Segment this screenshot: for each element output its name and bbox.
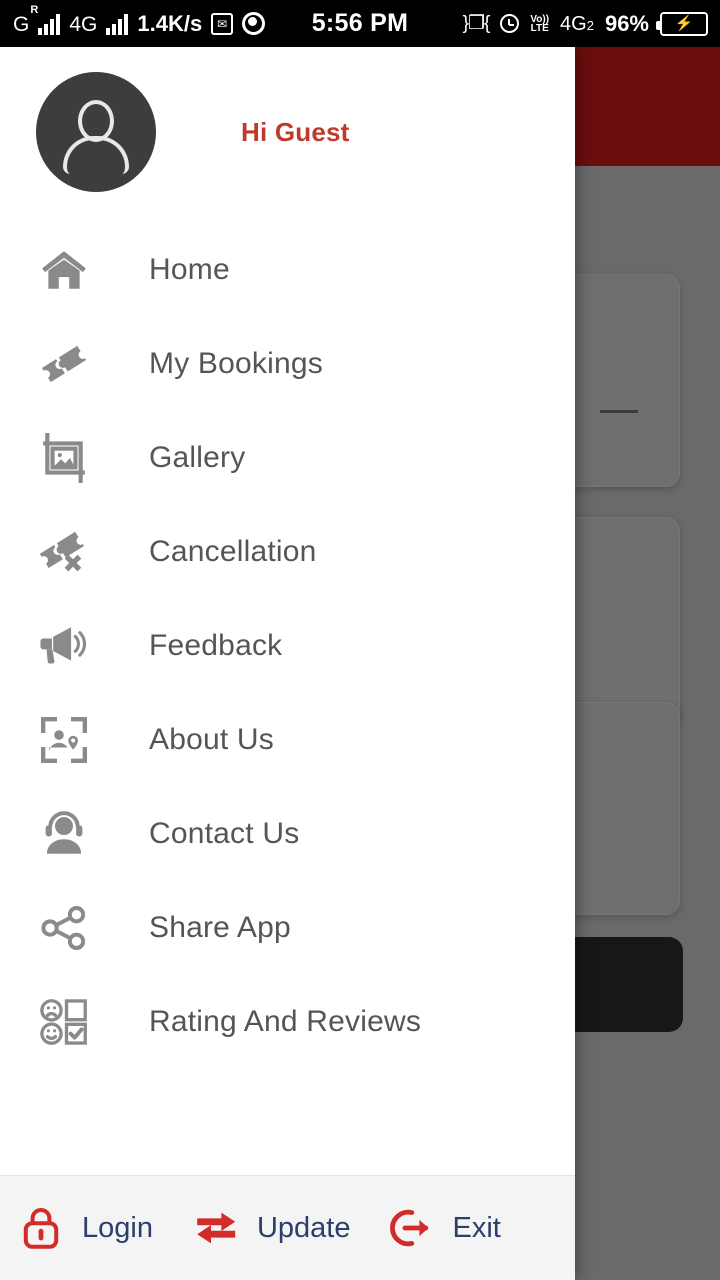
greeting-text: Hi Guest	[241, 116, 350, 147]
background-divider	[600, 410, 638, 413]
swap-arrows-icon	[189, 1201, 243, 1255]
alarm-icon	[500, 14, 520, 33]
battery-icon: ⚡	[656, 11, 708, 36]
sidebar-item-cancellation[interactable]: Cancellation	[0, 505, 575, 599]
sidebar-item-label: My Bookings	[149, 347, 323, 380]
app-screen: Hi Guest Home My Bookings Gallery Cancel…	[0, 0, 720, 1280]
drawer-menu-list: Home My Bookings Gallery Cancellation Fe…	[0, 217, 575, 1175]
headset-support-icon	[36, 806, 92, 862]
drawer-bottom-actions: Login Update Exit	[0, 1175, 575, 1280]
sidebar-item-gallery[interactable]: Gallery	[0, 411, 575, 505]
gallery-image-icon	[36, 430, 92, 486]
update-button[interactable]: Update	[189, 1201, 351, 1255]
exit-button[interactable]: Exit	[384, 1201, 501, 1255]
vibrate-icon: }❒{	[462, 13, 491, 34]
sidebar-item-rating-and-reviews[interactable]: Rating And Reviews	[0, 975, 575, 1069]
sidebar-item-label: Rating And Reviews	[149, 1005, 422, 1038]
megaphone-icon	[36, 618, 92, 674]
sim2-network-label: 4G2	[560, 12, 594, 35]
exit-label: Exit	[452, 1211, 501, 1244]
sidebar-item-contact-us[interactable]: Contact Us	[0, 787, 575, 881]
sidebar-item-about-us[interactable]: About Us	[0, 693, 575, 787]
login-label: Login	[82, 1211, 153, 1244]
battery-percent-label: 96%	[604, 10, 649, 36]
status-bar-right: }❒{ Vo)) LTE 4G2 96% ⚡	[463, 0, 708, 47]
rating-faces-checkbox-icon	[36, 994, 92, 1050]
sidebar-item-share-app[interactable]: Share App	[0, 881, 575, 975]
share-nodes-icon	[36, 900, 92, 956]
sidebar-item-label: Home	[149, 253, 230, 286]
navigation-drawer: Hi Guest Home My Bookings Gallery Cancel…	[0, 47, 575, 1280]
clock-label: 5:56 PM	[311, 9, 409, 37]
sidebar-item-my-bookings[interactable]: My Bookings	[0, 317, 575, 411]
ticket-icon	[36, 336, 92, 392]
home-icon	[36, 242, 92, 298]
volte-icon: Vo)) LTE	[530, 13, 550, 34]
sidebar-item-label: Gallery	[149, 441, 246, 474]
padlock-icon	[14, 1201, 68, 1255]
login-button[interactable]: Login	[14, 1201, 153, 1255]
drawer-profile-header[interactable]: Hi Guest	[0, 47, 575, 217]
person-location-frame-icon	[36, 712, 92, 768]
sidebar-item-label: Cancellation	[149, 535, 317, 568]
sidebar-item-label: About Us	[149, 723, 274, 756]
logout-arrow-icon	[384, 1201, 438, 1255]
sidebar-item-label: Share App	[149, 911, 291, 944]
sidebar-item-home[interactable]: Home	[0, 223, 575, 317]
sidebar-item-label: Contact Us	[149, 817, 300, 850]
sidebar-item-label: Feedback	[149, 629, 283, 662]
user-avatar-icon[interactable]	[36, 72, 156, 192]
sidebar-item-feedback[interactable]: Feedback	[0, 599, 575, 693]
ticket-cancel-icon	[36, 524, 92, 580]
update-label: Update	[256, 1211, 351, 1244]
status-bar: GR 4G 1.4K/s ✉ 5:56 PM }❒{ Vo)) LTE 4G2 9…	[0, 0, 720, 47]
